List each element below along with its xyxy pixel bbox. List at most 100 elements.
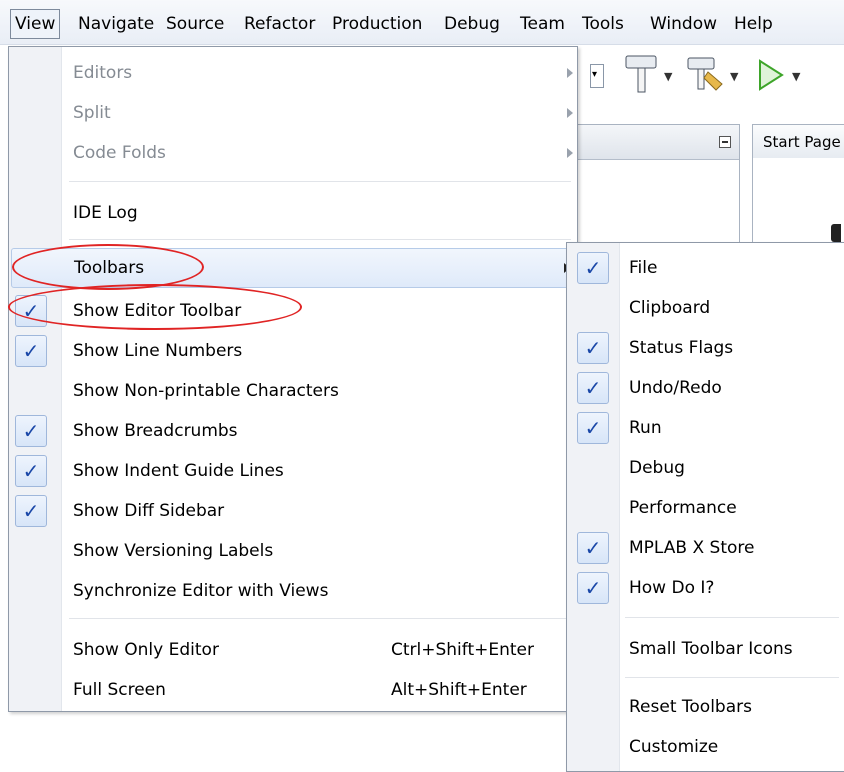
- menu-item-label: Show Breadcrumbs: [73, 421, 238, 441]
- menu-item-label: File: [629, 258, 658, 278]
- menu-team[interactable]: Team: [516, 10, 569, 38]
- minimize-icon[interactable]: [719, 136, 731, 148]
- config-dropdown[interactable]: ▾: [590, 64, 604, 88]
- menu-item-toolbars[interactable]: Toolbars: [11, 248, 575, 288]
- menu-item-show-non-printable[interactable]: Show Non-printable Characters: [9, 371, 577, 411]
- menu-item-label: Toolbars: [74, 258, 145, 278]
- toolbar-item-customize[interactable]: Customize: [567, 727, 844, 767]
- toolbar-item-how-do-i[interactable]: ✓ How Do I?: [567, 568, 844, 608]
- menu-item-show-versioning-labels[interactable]: Show Versioning Labels: [9, 531, 577, 571]
- menu-item-label: How Do I?: [629, 578, 715, 598]
- view-menu: Editors Split Code Folds IDE Log Toolbar…: [8, 46, 578, 712]
- menu-production[interactable]: Production: [328, 10, 426, 38]
- toolbar-item-undo-redo[interactable]: ✓ Undo/Redo: [567, 368, 844, 408]
- check-icon: ✓: [15, 335, 47, 367]
- run-dropdown-arrow[interactable]: ▼: [792, 70, 800, 83]
- submenu-arrow-icon: [567, 108, 573, 118]
- menu-item-label: Show Diff Sidebar: [73, 501, 225, 521]
- menu-item-label: Show Line Numbers: [73, 341, 243, 361]
- menu-item-label: Status Flags: [629, 338, 734, 358]
- menu-item-label: Synchronize Editor with Views: [73, 581, 329, 601]
- menu-item-label: Customize: [629, 737, 719, 757]
- menu-navigate[interactable]: Navigate: [74, 10, 158, 38]
- shortcut-label: Alt+Shift+Enter: [391, 680, 527, 700]
- menu-item-show-line-numbers[interactable]: ✓ Show Line Numbers: [9, 331, 577, 371]
- menu-item-label: Show Non-printable Characters: [73, 381, 339, 401]
- menu-refactor[interactable]: Refactor: [240, 10, 319, 38]
- toolbar-item-run[interactable]: ✓ Run: [567, 408, 844, 448]
- menu-item-label: Show Only Editor: [73, 640, 219, 660]
- menu-item-label: Show Indent Guide Lines: [73, 461, 284, 481]
- menu-item-editors[interactable]: Editors: [9, 53, 577, 93]
- toolbar-item-file[interactable]: ✓ File: [567, 248, 844, 288]
- main-toolbar: ▾ ▼ ▼ ▼: [560, 46, 844, 110]
- menu-item-label: Show Versioning Labels: [73, 541, 274, 561]
- menu-separator: [625, 617, 839, 618]
- menu-bar: View Navigate Source Refactor Production…: [0, 0, 844, 45]
- menu-tools[interactable]: Tools: [578, 10, 628, 38]
- menu-item-ide-log[interactable]: IDE Log: [9, 193, 577, 233]
- check-icon: ✓: [577, 532, 609, 564]
- check-icon: ✓: [577, 332, 609, 364]
- menu-separator: [69, 181, 571, 182]
- menu-window[interactable]: Window: [646, 10, 721, 38]
- menu-view[interactable]: View: [10, 9, 61, 39]
- submenu-arrow-icon: [567, 148, 573, 158]
- menu-item-label: MPLAB X Store: [629, 538, 755, 558]
- menu-help[interactable]: Help: [730, 10, 777, 38]
- toolbars-submenu: ✓ File Clipboard ✓ Status Flags ✓ Undo/R…: [566, 242, 844, 772]
- menu-item-label: Run: [629, 418, 662, 438]
- menu-item-label: IDE Log: [73, 203, 138, 223]
- menu-item-label: Reset Toolbars: [629, 697, 752, 717]
- menu-debug[interactable]: Debug: [440, 10, 504, 38]
- check-icon: ✓: [577, 372, 609, 404]
- check-icon: ✓: [15, 455, 47, 487]
- menu-separator: [625, 677, 839, 678]
- toolbar-item-clipboard[interactable]: Clipboard: [567, 288, 844, 328]
- menu-item-split[interactable]: Split: [9, 93, 577, 133]
- clean-build-icon[interactable]: [686, 54, 726, 98]
- tab-start-page[interactable]: Start Page: [752, 124, 844, 159]
- check-icon: ✓: [15, 295, 47, 327]
- menu-item-show-editor-toolbar[interactable]: ✓ Show Editor Toolbar: [9, 291, 577, 331]
- menu-item-label: Performance: [629, 498, 737, 518]
- build-hammer-icon[interactable]: [624, 54, 660, 98]
- check-icon: ✓: [577, 412, 609, 444]
- projects-panel: [560, 124, 740, 244]
- menu-item-show-diff-sidebar[interactable]: ✓ Show Diff Sidebar: [9, 491, 577, 531]
- menu-item-show-indent-guides[interactable]: ✓ Show Indent Guide Lines: [9, 451, 577, 491]
- menu-item-label: Code Folds: [73, 143, 166, 163]
- toolbar-item-small-icons[interactable]: Small Toolbar Icons: [567, 629, 844, 669]
- toolbar-item-status-flags[interactable]: ✓ Status Flags: [567, 328, 844, 368]
- shortcut-label: Ctrl+Shift+Enter: [391, 640, 535, 660]
- run-icon[interactable]: [756, 58, 786, 96]
- menu-item-code-folds[interactable]: Code Folds: [9, 133, 577, 173]
- menu-source[interactable]: Source: [162, 10, 228, 38]
- menu-item-show-only-editor[interactable]: Show Only Editor Ctrl+Shift+Enter: [9, 630, 577, 670]
- clean-dropdown-arrow[interactable]: ▼: [730, 70, 738, 83]
- menu-item-label: Full Screen: [73, 680, 166, 700]
- menu-item-synchronize-editor[interactable]: Synchronize Editor with Views: [9, 571, 577, 611]
- toolbar-item-reset[interactable]: Reset Toolbars: [567, 687, 844, 727]
- menu-item-label: Clipboard: [629, 298, 711, 318]
- build-dropdown-arrow[interactable]: ▼: [664, 70, 672, 83]
- menu-item-label: Split: [73, 103, 111, 123]
- menu-item-label: Editors: [73, 63, 133, 83]
- check-icon: ✓: [15, 495, 47, 527]
- logo-fragment: [831, 224, 841, 242]
- check-icon: ✓: [15, 415, 47, 447]
- menu-item-show-breadcrumbs[interactable]: ✓ Show Breadcrumbs: [9, 411, 577, 451]
- menu-item-full-screen[interactable]: Full Screen Alt+Shift+Enter: [9, 670, 577, 710]
- start-page-content: [752, 158, 844, 248]
- menu-item-label: Show Editor Toolbar: [73, 301, 242, 321]
- toolbar-item-performance[interactable]: Performance: [567, 488, 844, 528]
- check-icon: ✓: [577, 252, 609, 284]
- check-icon: ✓: [577, 572, 609, 604]
- menu-separator: [69, 618, 571, 619]
- toolbar-item-mplab-x-store[interactable]: ✓ MPLAB X Store: [567, 528, 844, 568]
- menu-item-label: Undo/Redo: [629, 378, 722, 398]
- submenu-arrow-icon: [567, 68, 573, 78]
- toolbar-item-debug[interactable]: Debug: [567, 448, 844, 488]
- menu-item-label: Debug: [629, 458, 685, 478]
- menu-separator: [69, 239, 571, 240]
